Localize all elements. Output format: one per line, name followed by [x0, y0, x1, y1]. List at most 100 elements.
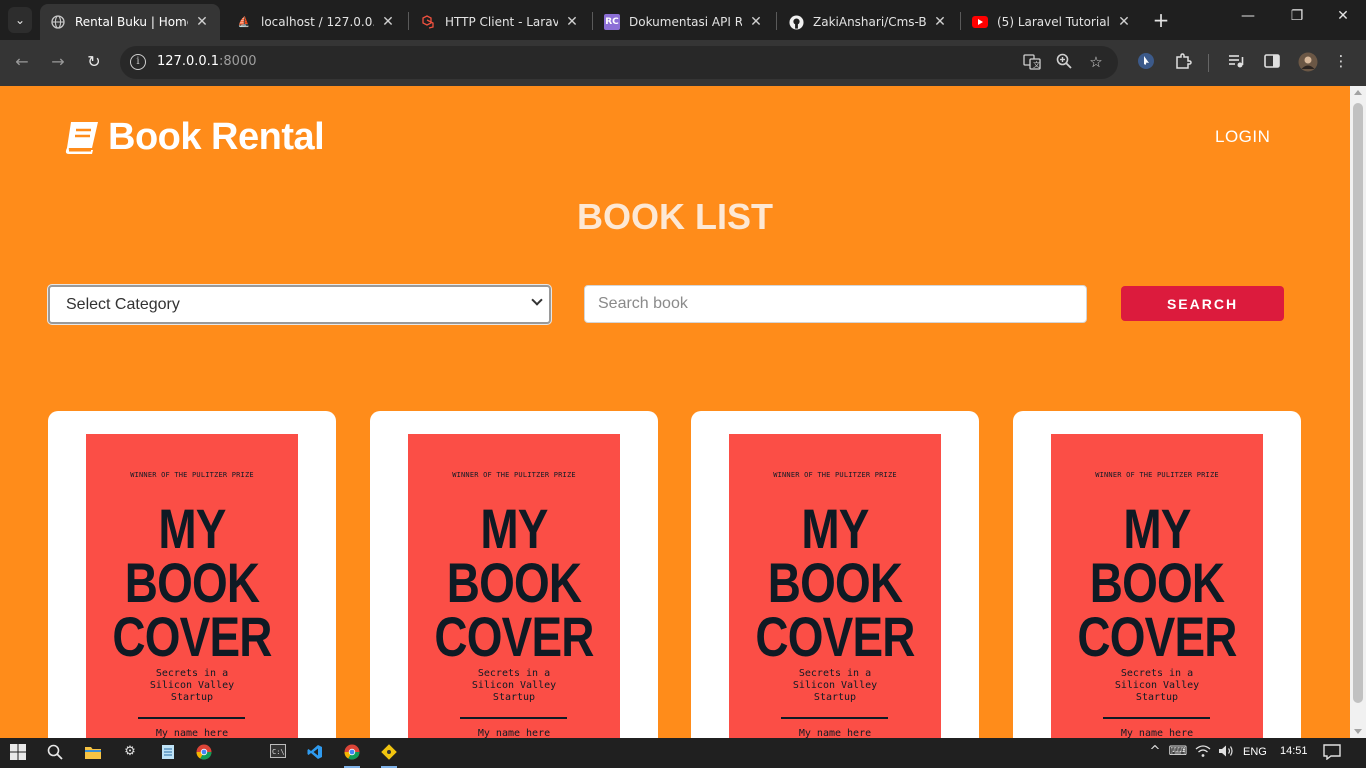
notepad-icon[interactable]	[158, 744, 178, 762]
close-icon[interactable]: ✕	[932, 14, 948, 30]
profile-avatar[interactable]	[1297, 52, 1319, 76]
cover-author: My name here	[1120, 728, 1194, 738]
url-port: :8000	[219, 54, 257, 69]
cover-divider	[781, 717, 888, 719]
close-icon[interactable]: ✕	[380, 14, 396, 30]
chrome-running-icon[interactable]	[342, 744, 362, 768]
scroll-down-arrow-icon[interactable]	[1354, 729, 1362, 734]
laravel-icon	[420, 14, 436, 30]
translate-icon[interactable]: 文	[1022, 53, 1042, 75]
cover-divider	[1103, 717, 1210, 719]
url-text[interactable]: 127.0.0.1:8000	[157, 54, 257, 69]
close-window-button[interactable]: ✕	[1328, 8, 1358, 24]
cover-subtitle: Secrets in a Silicon Valley Startup	[149, 668, 235, 703]
tab-title: Dokumentasi API Ra	[629, 15, 742, 29]
brand-name: Book Rental	[108, 116, 325, 158]
bookmark-star-icon[interactable]: ☆	[1086, 53, 1106, 71]
book-card[interactable]: WINNER OF THE PULITZER PRIZE MY BOOK COV…	[1013, 411, 1301, 738]
cover-title-line: BOOK	[767, 551, 903, 614]
browser-tab-strip: ⌄ Rental Buku | Home ✕ ⛵ localhost / 127…	[0, 0, 1366, 40]
language-indicator[interactable]: ENG	[1243, 746, 1267, 758]
keyboard-icon[interactable]: ⌨	[1168, 744, 1188, 762]
cover-title-line: COVER	[112, 605, 272, 668]
extension-cursor-icon[interactable]	[1135, 52, 1157, 74]
youtube-icon	[972, 14, 988, 30]
vscode-icon[interactable]	[305, 744, 325, 762]
app-icon[interactable]: ⚙	[120, 744, 140, 762]
browser-toolbar: ← → ↻ i 127.0.0.1:8000 文 ☆ ⋮	[0, 40, 1366, 86]
cover-title-line: COVER	[755, 605, 915, 668]
book-cover-image[interactable]: WINNER OF THE PULITZER PRIZE MY BOOK COV…	[1051, 434, 1263, 738]
close-icon[interactable]: ✕	[194, 14, 210, 30]
tab-title: localhost / 127.0.0.1 |	[261, 15, 374, 29]
close-icon[interactable]: ✕	[748, 14, 764, 30]
cover-title-line: COVER	[1077, 605, 1237, 668]
category-select[interactable]: Select Category	[48, 285, 551, 324]
tab-http-client[interactable]: HTTP Client - Laravel ✕	[410, 4, 590, 40]
book-card[interactable]: WINNER OF THE PULITZER PRIZE MY BOOK COV…	[691, 411, 979, 738]
svg-text:C:\: C:\	[272, 748, 285, 756]
clock[interactable]: 14:51	[1280, 745, 1308, 757]
cover-author: My name here	[477, 728, 551, 738]
cover-author: My name here	[798, 728, 872, 738]
book-card[interactable]: WINNER OF THE PULITZER PRIZE MY BOOK COV…	[48, 411, 336, 738]
tab-title: ZakiAnshari/Cms-Bo	[813, 15, 926, 29]
site-info-icon[interactable]: i	[130, 54, 146, 70]
scrollbar-thumb[interactable]	[1353, 103, 1363, 703]
book-icon	[65, 121, 98, 154]
brand-logo[interactable]: Book Rental	[64, 116, 325, 159]
book-card[interactable]: WINNER OF THE PULITZER PRIZE MY BOOK COV…	[370, 411, 658, 738]
tab-dokumentasi[interactable]: RC Dokumentasi API Ra ✕	[594, 4, 774, 40]
git-app-icon[interactable]	[379, 744, 399, 768]
cover-title-line: BOOK	[124, 551, 260, 614]
cover-subtitle: Secrets in a Silicon Valley Startup	[1114, 668, 1200, 703]
volume-icon[interactable]	[1216, 744, 1236, 762]
github-icon	[788, 14, 804, 30]
notification-icon[interactable]	[1322, 744, 1342, 762]
tab-search-button[interactable]: ⌄	[8, 7, 32, 33]
chevron-down-icon	[531, 294, 543, 306]
login-link[interactable]: LOGIN	[1215, 127, 1270, 147]
media-control-icon[interactable]	[1225, 52, 1247, 74]
search-button[interactable]: SEARCH	[1121, 286, 1284, 321]
close-icon[interactable]: ✕	[564, 14, 580, 30]
new-tab-button[interactable]: +	[1151, 8, 1171, 32]
book-cover-image[interactable]: WINNER OF THE PULITZER PRIZE MY BOOK COV…	[729, 434, 941, 738]
file-explorer-icon[interactable]	[83, 744, 103, 762]
search-input[interactable]	[584, 285, 1087, 323]
wifi-icon[interactable]	[1193, 744, 1213, 762]
search-icon[interactable]	[45, 744, 65, 762]
maximize-button[interactable]: ❐	[1282, 8, 1312, 24]
windows-start-icon[interactable]	[8, 744, 28, 762]
tab-phpmyadmin[interactable]: ⛵ localhost / 127.0.0.1 | ✕	[226, 4, 406, 40]
back-button[interactable]: ←	[11, 52, 33, 71]
book-cover-image[interactable]: WINNER OF THE PULITZER PRIZE MY BOOK COV…	[86, 434, 298, 738]
cover-title-line: MY	[158, 497, 226, 560]
phpmyadmin-icon: ⛵	[237, 16, 251, 28]
chevron-down-icon: ⌄	[14, 13, 26, 27]
taskbar: ⚙ C:\ ^ ⌨ ENG 14:51	[0, 738, 1366, 768]
chevron-up-icon[interactable]: ^	[1145, 744, 1165, 762]
terminal-icon[interactable]: C:\	[268, 744, 288, 762]
address-bar[interactable]: i 127.0.0.1:8000 文 ☆	[120, 46, 1118, 79]
minimize-button[interactable]: —	[1233, 8, 1263, 24]
scroll-up-arrow-icon[interactable]	[1354, 90, 1362, 95]
close-icon[interactable]: ✕	[1116, 14, 1132, 30]
browser-menu-icon[interactable]: ⋮	[1330, 52, 1352, 70]
tab-github[interactable]: ZakiAnshari/Cms-Bo ✕	[778, 4, 958, 40]
extensions-puzzle-icon[interactable]	[1172, 52, 1194, 74]
cover-title-line: MY	[480, 497, 548, 560]
page-scrollbar[interactable]	[1350, 86, 1366, 738]
side-panel-icon[interactable]	[1261, 52, 1283, 74]
book-cover-image[interactable]: WINNER OF THE PULITZER PRIZE MY BOOK COV…	[408, 434, 620, 738]
zoom-icon[interactable]	[1054, 53, 1074, 73]
category-select-value: Select Category	[66, 296, 180, 313]
rc-icon: RC	[604, 14, 620, 30]
tab-rental-buku[interactable]: Rental Buku | Home ✕	[40, 4, 220, 40]
reload-button[interactable]: ↻	[83, 52, 105, 71]
cover-title-line: MY	[1123, 497, 1191, 560]
chrome-icon[interactable]	[194, 744, 214, 762]
forward-button[interactable]: →	[47, 52, 69, 71]
web-page: Book Rental LOGIN BOOK LIST Select Categ…	[0, 86, 1350, 738]
tab-youtube[interactable]: (5) Laravel Tutorial : ✕	[962, 4, 1142, 40]
